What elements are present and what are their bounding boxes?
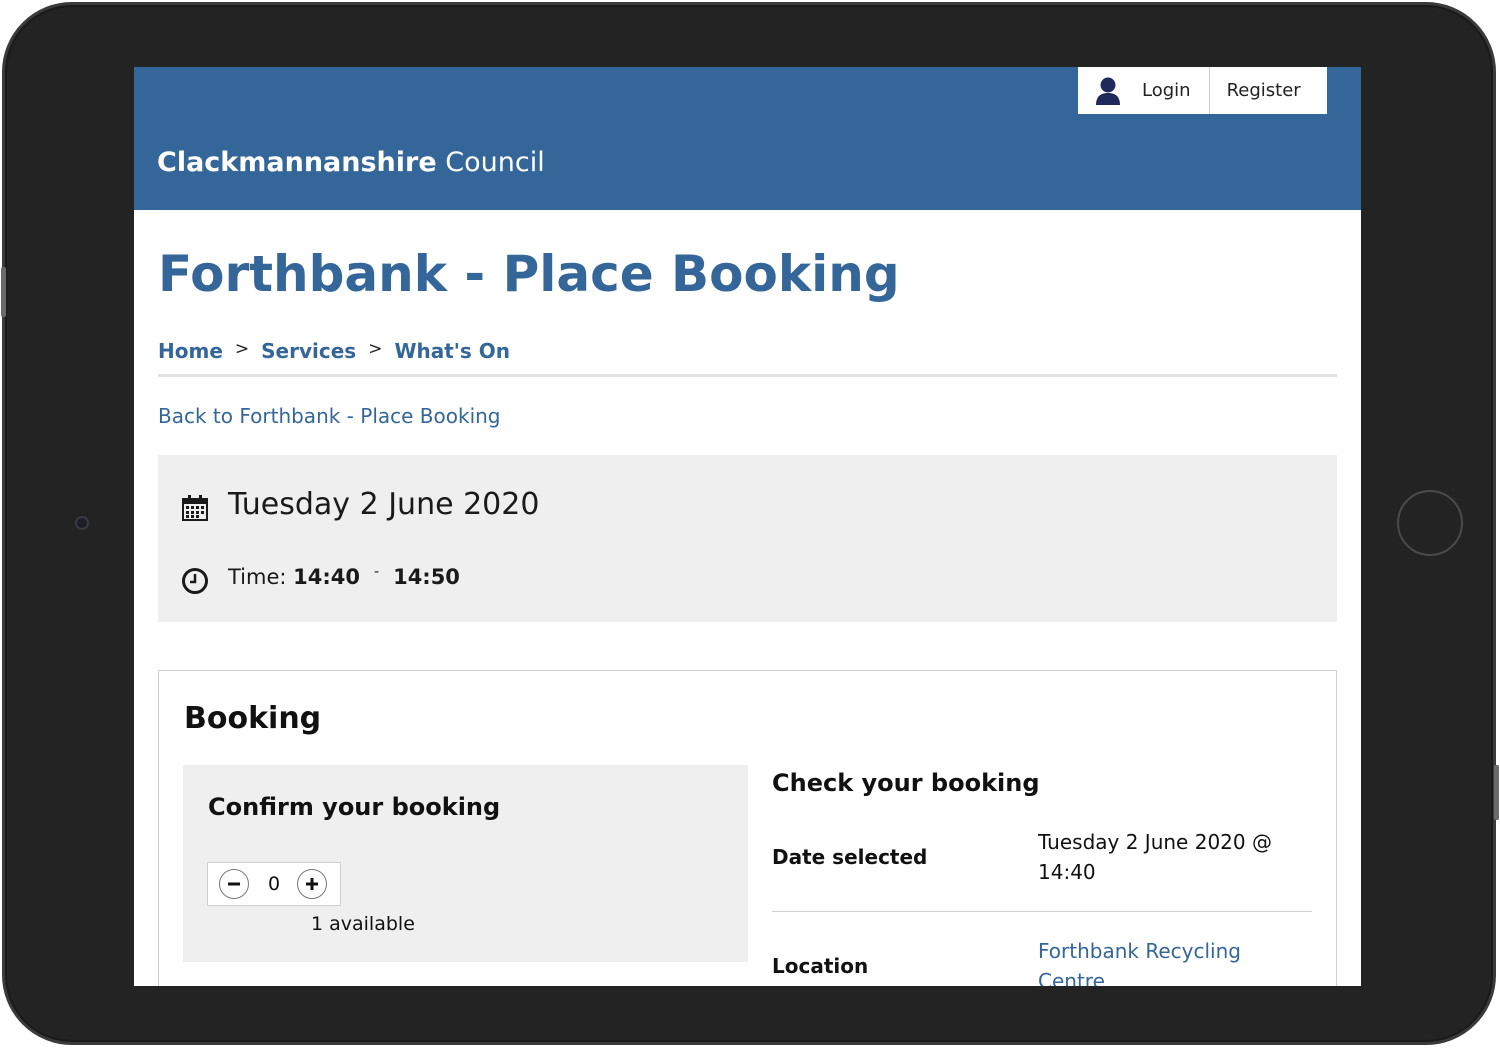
location-link[interactable]: Forthbank Recycling Centre bbox=[1038, 939, 1241, 986]
date-selected-label: Date selected bbox=[772, 845, 928, 869]
breadcrumb-separator: > bbox=[234, 339, 250, 359]
location-value: Forthbank Recycling Centre bbox=[1038, 936, 1298, 986]
breadcrumb-separator: > bbox=[368, 339, 383, 359]
confirm-panel: Confirm your booking 0 1 available bbox=[183, 765, 748, 962]
clock-icon bbox=[182, 568, 208, 594]
volume-button bbox=[1, 267, 6, 317]
availability-text: 1 available bbox=[311, 913, 415, 935]
event-date: Tuesday 2 June 2020 bbox=[228, 487, 540, 522]
power-button bbox=[1494, 765, 1499, 820]
confirm-heading: Confirm your booking bbox=[208, 793, 501, 821]
decrease-button[interactable] bbox=[219, 869, 249, 899]
quantity-stepper: 0 bbox=[207, 862, 341, 906]
increase-button[interactable] bbox=[297, 869, 327, 899]
divider bbox=[158, 374, 1337, 377]
back-link[interactable]: Back to Forthbank - Place Booking bbox=[158, 404, 501, 428]
home-button[interactable] bbox=[1397, 490, 1463, 556]
browser-screen: Login Register Clackmannanshire Council … bbox=[134, 67, 1361, 986]
calendar-icon bbox=[182, 495, 208, 521]
page-title: Forthbank - Place Booking bbox=[158, 245, 900, 303]
breadcrumb: Home > Services > What's On bbox=[158, 339, 510, 363]
user-icon bbox=[1096, 77, 1120, 105]
breadcrumb-home[interactable]: Home bbox=[158, 339, 223, 363]
event-date-panel: Tuesday 2 June 2020 Time: 14:40 - 14:50 bbox=[158, 455, 1337, 622]
end-time: 14:50 bbox=[393, 565, 460, 589]
register-label: Register bbox=[1226, 80, 1301, 101]
minus-icon bbox=[228, 882, 240, 886]
quantity-value[interactable]: 0 bbox=[260, 873, 288, 895]
row-divider bbox=[772, 911, 1312, 912]
register-link[interactable]: Register bbox=[1210, 67, 1327, 114]
front-camera bbox=[75, 516, 89, 530]
breadcrumb-whats-on[interactable]: What's On bbox=[394, 339, 510, 363]
start-time: 14:40 bbox=[293, 565, 361, 589]
plus-icon bbox=[306, 878, 318, 890]
login-link[interactable]: Login bbox=[1078, 67, 1210, 114]
location-label: Location bbox=[772, 954, 869, 978]
site-name-light: Council bbox=[445, 147, 545, 178]
site-logo[interactable]: Clackmannanshire Council bbox=[157, 147, 545, 178]
booking-section: Booking Confirm your booking 0 1 availab… bbox=[158, 670, 1337, 986]
date-selected-value: Tuesday 2 June 2020 @ 14:40 bbox=[1038, 830, 1272, 884]
check-heading: Check your booking bbox=[772, 769, 1040, 797]
site-name-bold: Clackmannanshire bbox=[157, 147, 437, 178]
breadcrumb-services[interactable]: Services bbox=[261, 339, 356, 363]
time-separator: - bbox=[374, 564, 380, 580]
account-bar: Login Register bbox=[1078, 67, 1327, 114]
login-label: Login bbox=[1142, 80, 1191, 101]
time-label: Time: bbox=[228, 565, 287, 589]
site-header: Login Register Clackmannanshire Council bbox=[134, 67, 1361, 210]
booking-heading: Booking bbox=[184, 701, 322, 736]
event-time: Time: 14:40 - 14:50 bbox=[228, 564, 460, 589]
